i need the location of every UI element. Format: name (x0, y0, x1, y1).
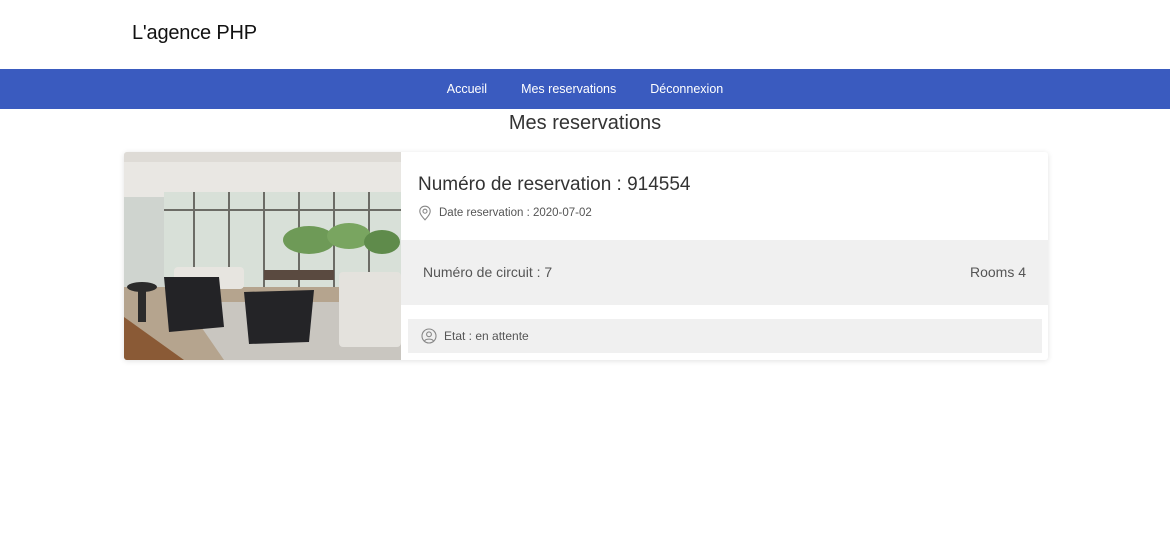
page-title: Mes reservations (508, 112, 662, 134)
reservation-card: Numéro de reservation : 914554 Date rese… (124, 152, 1048, 360)
living-room-photo (124, 152, 401, 360)
circuit-number: Numéro de circuit : 7 (423, 264, 553, 280)
circuit-band: Numéro de circuit : 7 Rooms 4 (401, 240, 1048, 305)
nav-accueil[interactable]: Accueil (447, 82, 487, 96)
nav-mes-reservations[interactable]: Mes reservations (521, 82, 616, 96)
reservation-details: Numéro de reservation : 914554 Date rese… (401, 152, 1048, 360)
status-bar: Etat : en attente (408, 319, 1042, 353)
user-icon (421, 328, 437, 344)
map-pin-icon (419, 205, 431, 221)
reservation-number: Numéro de reservation : 914554 (418, 174, 691, 195)
reservation-date: Date reservation : 2020-07-02 (418, 205, 592, 221)
site-brand[interactable]: L'agence PHP (132, 22, 257, 45)
reservation-date-text: Date reservation : 2020-07-02 (439, 207, 592, 219)
status-text: Etat : en attente (444, 329, 529, 343)
main-navbar: Accueil Mes reservations Déconnexion (0, 69, 1170, 109)
nav-deconnexion[interactable]: Déconnexion (650, 82, 723, 96)
rooms-count: Rooms 4 (969, 264, 1026, 280)
